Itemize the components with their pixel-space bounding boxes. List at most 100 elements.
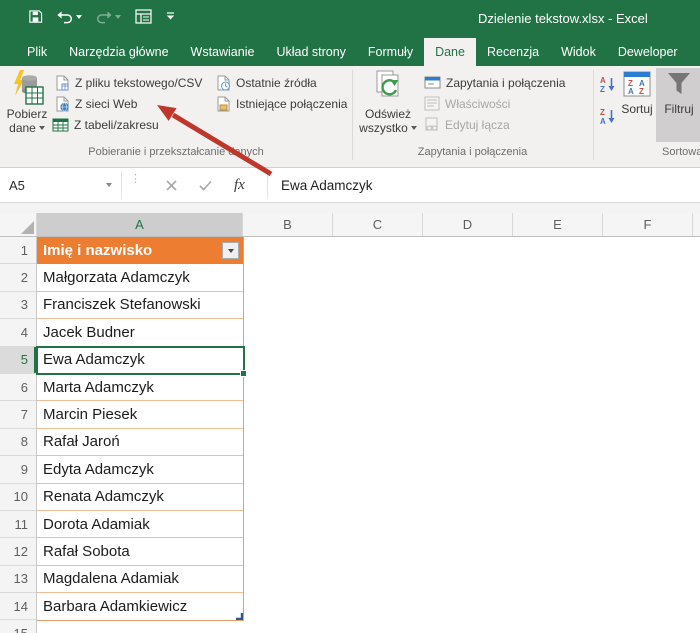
svg-text:A: A — [600, 76, 606, 85]
tab-plik[interactable]: Plik — [16, 38, 58, 66]
svg-text:Z: Z — [600, 85, 605, 94]
column-header-d[interactable]: D — [423, 213, 513, 236]
tab-deweloper[interactable]: Deweloper — [607, 38, 689, 66]
fill-handle[interactable] — [240, 370, 247, 377]
customize-qat-icon — [166, 12, 175, 21]
title-bar: Dzielenie tekstow.xlsx - Excel — [0, 0, 700, 38]
row-header-12[interactable]: 12 — [0, 538, 36, 565]
recent-sources-button[interactable]: Ostatnie źródła — [215, 72, 317, 93]
row-header-5[interactable]: 5 — [0, 347, 36, 374]
web-icon — [54, 96, 70, 112]
table-row[interactable]: Edyta Adamczyk — [37, 456, 243, 483]
row-header-4[interactable]: 4 — [0, 319, 36, 346]
properties-button: Właściwości — [424, 93, 510, 114]
header-filter-button[interactable] — [222, 242, 239, 259]
sort-button[interactable]: Z A A Z Sortuj — [618, 71, 656, 116]
formula-bar-value[interactable]: Ewa Adamczyk — [281, 171, 373, 199]
table-row[interactable]: Renata Adamczyk — [37, 484, 243, 511]
from-table-range-button[interactable]: Z tabeli/zakresu — [52, 114, 159, 135]
get-data-button[interactable]: Pobierz dane — [3, 69, 51, 135]
tab-formuly[interactable]: Formuły — [357, 38, 424, 66]
refresh-all-button[interactable]: Odśwież wszystko — [356, 69, 420, 135]
tab-narzedzia-glowne[interactable]: Narzędzia główne — [58, 38, 179, 66]
insert-function-button[interactable]: fx — [234, 177, 245, 194]
existing-connections-button[interactable]: Istniejące połączenia — [215, 93, 347, 114]
from-text-csv-button[interactable]: Z pliku tekstowego/CSV — [54, 72, 202, 93]
select-all-corner[interactable] — [0, 213, 37, 236]
table-row[interactable]: Marta Adamczyk — [37, 374, 243, 401]
table-row[interactable]: Rafał Sobota — [37, 538, 243, 565]
formula-bar-grip[interactable]: ⋮ — [130, 176, 141, 182]
queries-connections-icon — [424, 75, 441, 90]
table-resize-handle[interactable] — [236, 613, 243, 620]
table-row[interactable]: Dorota Adamiak — [37, 511, 243, 538]
undo-button[interactable] — [57, 10, 82, 24]
column-header-c[interactable]: C — [333, 213, 423, 236]
table-range-icon — [52, 117, 69, 133]
row-header-9[interactable]: 9 — [0, 456, 36, 483]
column-header-overflow — [693, 213, 700, 236]
tab-uklad-strony[interactable]: Układ strony — [265, 38, 356, 66]
row-header-6[interactable]: 6 — [0, 374, 36, 401]
name-box-value: A5 — [9, 178, 25, 193]
cell-text: Małgorzata Adamczyk — [43, 269, 190, 286]
touch-mode-button[interactable] — [135, 9, 152, 24]
formula-bar-spacer — [0, 203, 700, 213]
column-header-f[interactable]: F — [603, 213, 693, 236]
row-header-3[interactable]: 3 — [0, 292, 36, 319]
table-row[interactable]: Rafał Jaroń — [37, 429, 243, 456]
table-row[interactable]: Barbara Adamkiewicz — [37, 593, 243, 620]
from-web-button[interactable]: Z sieci Web — [54, 93, 137, 114]
existing-connections-icon — [215, 96, 231, 112]
properties-icon — [424, 96, 440, 111]
undo-dropdown-caret-icon[interactable] — [76, 15, 82, 19]
row-header-11[interactable]: 11 — [0, 511, 36, 538]
from-table-range-label: Z tabeli/zakresu — [74, 118, 159, 132]
row-header-8[interactable]: 8 — [0, 429, 36, 456]
filter-button[interactable]: Filtruj — [658, 71, 700, 116]
table-row[interactable]: Franciszek Stefanowski — [37, 292, 243, 319]
row-header-15[interactable]: 15 — [0, 620, 36, 633]
active-cell-selection[interactable] — [36, 346, 245, 375]
properties-label: Właściwości — [445, 97, 510, 111]
tab-wstawianie[interactable]: Wstawianie — [180, 38, 266, 66]
column-header-a[interactable]: A — [37, 213, 243, 236]
row-header-1[interactable]: 1 — [0, 237, 36, 264]
svg-text:A: A — [600, 117, 606, 126]
tab-recenzja[interactable]: Recenzja — [476, 38, 550, 66]
row-header-2[interactable]: 2 — [0, 264, 36, 291]
filter-funnel-icon — [666, 71, 692, 96]
refresh-all-label-line2: wszystko — [359, 121, 408, 135]
table-row[interactable]: Magdalena Adamiak — [37, 566, 243, 593]
row-header-14[interactable]: 14 — [0, 593, 36, 620]
cell-text: Renata Adamczyk — [43, 488, 164, 505]
queries-connections-button[interactable]: Zapytania i połączenia — [424, 72, 565, 93]
sort-az-icon: AZ — [599, 75, 617, 94]
customize-qat-button[interactable] — [166, 12, 175, 21]
name-box[interactable]: A5 — [0, 171, 122, 199]
name-box-caret-icon[interactable] — [106, 183, 112, 187]
save-button[interactable] — [28, 9, 43, 24]
refresh-all-icon — [372, 69, 404, 105]
queries-connections-label: Zapytania i połączenia — [446, 76, 565, 90]
column-header-b[interactable]: B — [243, 213, 333, 236]
sort-az-button[interactable]: AZ — [599, 74, 617, 95]
redo-icon — [96, 10, 112, 24]
table-row[interactable]: Małgorzata Adamczyk — [37, 264, 243, 291]
column-header-e[interactable]: E — [513, 213, 603, 236]
existing-connections-label: Istniejące połączenia — [236, 97, 347, 111]
tab-dane[interactable]: Dane — [424, 38, 476, 66]
from-web-label: Z sieci Web — [75, 97, 137, 111]
tab-widok[interactable]: Widok — [550, 38, 607, 66]
row-header-7[interactable]: 7 — [0, 401, 36, 428]
table-header-cell[interactable]: Imię i nazwisko — [37, 237, 243, 264]
row-header-13[interactable]: 13 — [0, 566, 36, 593]
sort-za-button[interactable]: ZA — [599, 106, 617, 127]
table-row[interactable]: Jacek Budner — [37, 319, 243, 346]
group-separator — [593, 70, 594, 160]
row-header-10[interactable]: 10 — [0, 484, 36, 511]
refresh-all-caret-icon — [411, 126, 417, 130]
table-row[interactable]: Marcin Piesek — [37, 401, 243, 428]
save-icon — [28, 9, 43, 24]
cell-text: Dorota Adamiak — [43, 516, 150, 533]
